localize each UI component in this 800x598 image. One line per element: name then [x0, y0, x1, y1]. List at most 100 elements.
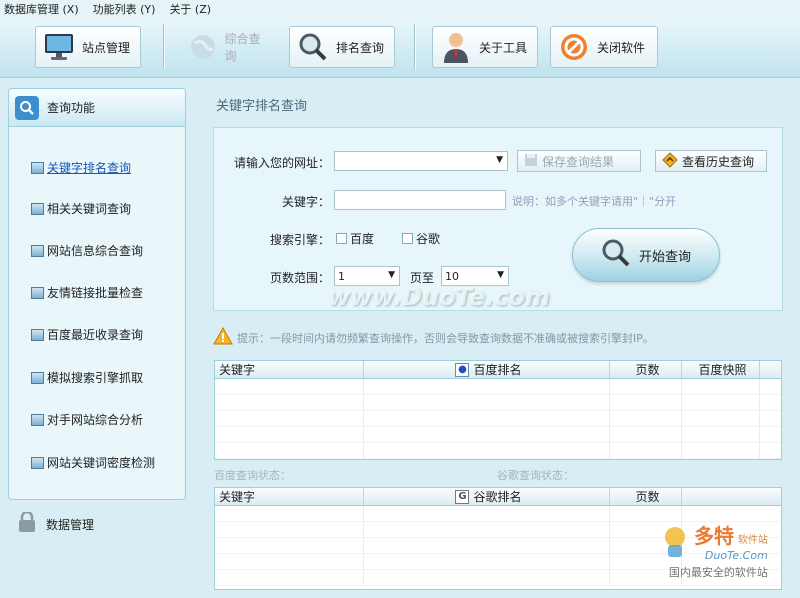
sidebar-item-friend-links[interactable]: 友情链接批量检查	[31, 284, 143, 301]
column-header[interactable]: 页数	[610, 361, 682, 378]
keyword-input[interactable]	[334, 190, 506, 210]
toolbar: 站点管理 综合查询 排名查询 关于工具 关闭软件	[0, 18, 800, 78]
menu-function-list[interactable]: 功能列表 (Y)	[93, 1, 156, 17]
checkbox-box	[402, 233, 413, 244]
chevron-down-icon: ▼	[497, 270, 504, 280]
monitor-icon	[42, 30, 76, 64]
sidebar-item-label: 模拟搜索引擎抓取	[47, 371, 144, 385]
data-manage-section[interactable]: 数据管理	[16, 510, 95, 537]
sidebar-item-baidu-indexed[interactable]: 百度最近收录查询	[31, 326, 143, 343]
sidebar-item-label: 网站信息综合查询	[47, 244, 144, 258]
database-icon	[16, 510, 38, 537]
table-row	[215, 395, 781, 411]
table-row	[215, 379, 781, 395]
page-to-value: 10	[445, 269, 459, 283]
comprehensive-query-label: 综合查询	[224, 32, 261, 63]
logo-sub: 软件站	[737, 535, 768, 546]
sidebar-header[interactable]: 查询功能	[9, 89, 185, 127]
start-query-button[interactable]: 开始查询	[572, 228, 720, 282]
history-icon	[662, 151, 678, 171]
google-g-icon: G	[455, 489, 470, 504]
sidebar-item-keyword-density[interactable]: 网站关键词密度检测	[31, 454, 155, 471]
sidebar-item-site-info[interactable]: 网站信息综合查询	[31, 242, 143, 259]
item-icon	[31, 413, 44, 426]
google-checkbox[interactable]: 谷歌	[402, 230, 440, 247]
column-header[interactable]: G 谷歌排名	[364, 488, 610, 505]
column-header[interactable]: 页数	[610, 488, 682, 505]
sidebar-item-crawler-simulation[interactable]: 模拟搜索引擎抓取	[31, 369, 143, 386]
chevron-down-icon: ▼	[388, 270, 395, 280]
baidu-status: 百度查询状态：	[214, 469, 291, 482]
watermark-logo: 多特 软件站 DuoTe.Com 国内最安全的软件站	[660, 520, 768, 580]
view-history-button[interactable]: 查看历史查询	[655, 150, 767, 172]
close-icon	[557, 30, 591, 64]
table-header: 关键字 G 谷歌排名 页数	[215, 488, 781, 506]
sidebar-item-label: 百度最近收录查询	[47, 328, 144, 342]
magnifier-icon	[601, 238, 631, 272]
sidebar-item-related-keywords[interactable]: 相关关键词查询	[31, 200, 131, 217]
engine-label: 搜索引擎：	[269, 233, 330, 247]
save-result-button[interactable]: 保存查询结果	[517, 150, 641, 172]
rank-query-label: 排名查询	[336, 40, 385, 55]
search-icon	[15, 95, 39, 120]
rank-query-button[interactable]: 排名查询	[289, 26, 395, 68]
column-header	[760, 361, 781, 378]
watermark-center: www.DuoTe.com	[328, 283, 550, 311]
baidu-results-table[interactable]: 关键字 ● 百度排名 页数 百度快照	[214, 360, 782, 460]
warning-icon	[213, 326, 233, 348]
chevron-down-icon: ▼	[496, 155, 503, 165]
google-status: 谷歌查询状态：	[497, 469, 574, 482]
sidebar-title: 查询功能	[47, 101, 96, 115]
sidebar-item-label: 关键字排名查询	[47, 161, 132, 175]
google-label: 谷歌	[416, 232, 441, 246]
start-query-label: 开始查询	[638, 249, 691, 265]
column-header-label: 百度排名	[473, 363, 522, 377]
item-icon	[31, 328, 44, 341]
item-icon	[31, 456, 44, 469]
item-icon	[31, 244, 44, 257]
logo-name: 多特	[694, 524, 734, 548]
keyword-label: 关键字：	[281, 195, 330, 209]
sidebar-item-competitor-analysis[interactable]: 对手网站综合分析	[31, 411, 143, 428]
column-header[interactable]: 关键字	[215, 488, 364, 505]
baidu-checkbox[interactable]: 百度	[336, 230, 374, 247]
column-header-label: 谷歌排名	[473, 490, 522, 504]
item-icon	[31, 161, 44, 174]
sidebar-item-label: 对手网站综合分析	[47, 413, 144, 427]
person-icon	[439, 30, 473, 64]
table-row	[215, 443, 781, 459]
about-tool-button[interactable]: 关于工具	[432, 26, 538, 68]
baidu-paw-icon: ●	[455, 362, 470, 377]
item-icon	[31, 371, 44, 384]
sidebar-item-label: 网站关键词密度检测	[47, 456, 156, 470]
table-row	[215, 411, 781, 427]
close-software-label: 关闭软件	[597, 40, 646, 55]
menu-database[interactable]: 数据库管理 (X)	[4, 1, 79, 17]
toolbar-separator	[163, 24, 165, 70]
close-software-button[interactable]: 关闭软件	[550, 26, 658, 68]
sidebar-item-label: 相关关键词查询	[47, 202, 132, 216]
site-manage-button[interactable]: 站点管理	[35, 26, 141, 68]
sidebar-item-keyword-rank[interactable]: 关键字排名查询	[31, 159, 131, 176]
logo-slogan: 国内最安全的软件站	[668, 566, 768, 579]
url-label: 请输入您的网址：	[233, 156, 330, 170]
data-manage-label: 数据管理	[46, 518, 95, 532]
menu-about[interactable]: 关于 (Z)	[169, 1, 211, 17]
checkbox-box	[336, 233, 347, 244]
site-manage-label: 站点管理	[82, 40, 131, 55]
column-header[interactable]: 百度快照	[682, 361, 760, 378]
item-icon	[31, 202, 44, 215]
page-range-label: 页数范围：	[269, 271, 330, 285]
page-from-value: 1	[338, 269, 345, 283]
magnifier-icon	[296, 30, 330, 64]
page-title: 关键字排名查询	[216, 99, 308, 114]
column-header[interactable]: ● 百度排名	[364, 361, 610, 378]
disk-icon	[524, 153, 538, 170]
column-header[interactable]: 关键字	[215, 361, 364, 378]
sidebar-item-label: 友情链接批量检查	[47, 286, 144, 300]
keyword-hint: 说明：如多个关键字请用"｜"分开	[512, 195, 677, 208]
url-select[interactable]: ▼	[334, 151, 508, 171]
comprehensive-query-button[interactable]: 综合查询	[180, 26, 280, 68]
menu-bar: 数据库管理 (X) 功能列表 (Y) 关于 (Z)	[0, 0, 800, 18]
globe-icon	[187, 30, 219, 64]
